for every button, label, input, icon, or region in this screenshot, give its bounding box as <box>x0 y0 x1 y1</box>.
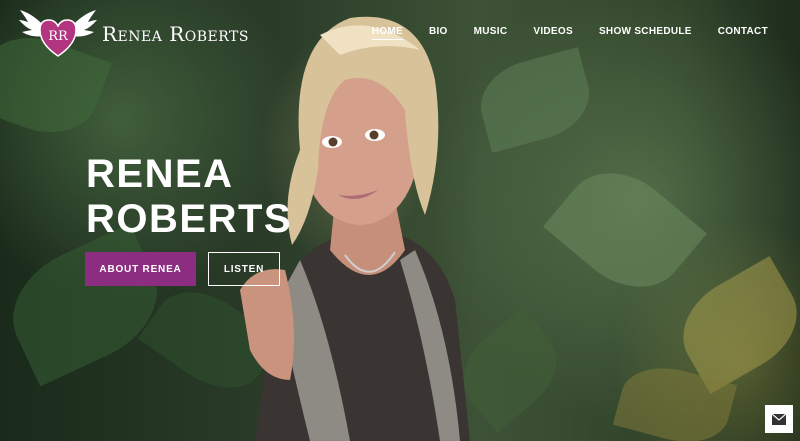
hero-headline-line1: RENEA <box>86 152 234 196</box>
main-nav: HOME BIO MUSIC VIDEOS SHOW SCHEDULE CONT… <box>346 24 768 40</box>
site-brand[interactable]: RR Renea Roberts <box>18 4 249 60</box>
envelope-icon <box>772 413 786 425</box>
listen-button[interactable]: LISTEN <box>208 252 280 286</box>
nav-item-videos[interactable]: VIDEOS <box>533 24 573 40</box>
about-renea-button[interactable]: ABOUT RENEA <box>85 252 196 286</box>
contact-mail-button[interactable] <box>765 405 793 433</box>
brand-name: Renea Roberts <box>102 22 249 46</box>
nav-item-show-schedule[interactable]: SHOW SCHEDULE <box>599 24 692 40</box>
winged-heart-logo-icon: RR <box>19 10 97 57</box>
nav-item-bio[interactable]: BIO <box>429 24 448 40</box>
nav-item-contact[interactable]: CONTACT <box>718 24 768 40</box>
hero-headline-line2: ROBERTS <box>86 197 293 241</box>
nav-item-music[interactable]: MUSIC <box>474 24 508 40</box>
nav-item-home[interactable]: HOME <box>371 24 403 40</box>
hero-headline: RENEA ROBERTS <box>86 152 326 242</box>
logo-monogram: RR <box>48 29 69 44</box>
